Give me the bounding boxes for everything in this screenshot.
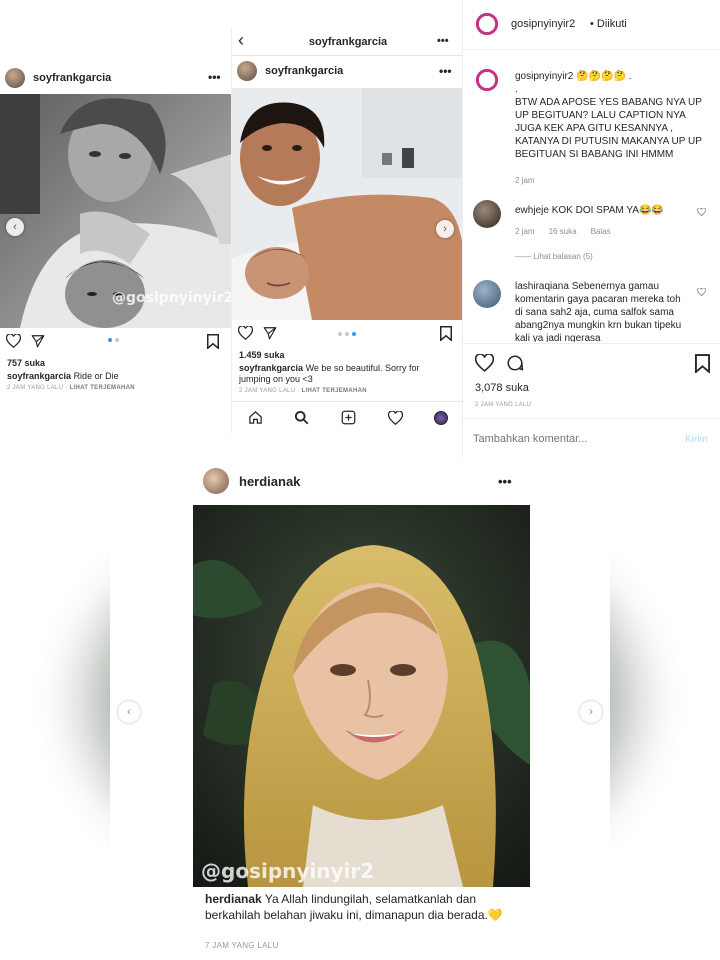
comment-icon[interactable] xyxy=(506,354,524,372)
caption-time: 2 jam xyxy=(515,176,535,185)
chevron-right-icon[interactable]: › xyxy=(436,220,454,238)
heart-icon[interactable] xyxy=(475,354,494,372)
avatar[interactable] xyxy=(473,10,501,38)
post-time: 2 JAM YANG LALU xyxy=(7,385,64,391)
caption: herdianak Ya Allah lindungilah, selamatk… xyxy=(205,891,515,923)
caption-emoji: 🤔🤔🤔🤔 . xyxy=(576,71,632,82)
avatar[interactable] xyxy=(5,68,25,88)
heart-icon[interactable] xyxy=(238,326,253,340)
follow-status[interactable]: • Diikuti xyxy=(590,18,627,30)
username[interactable]: soyfrankgarcia xyxy=(33,72,111,84)
carousel-dots xyxy=(338,332,356,336)
heart-icon[interactable] xyxy=(6,334,21,348)
username[interactable]: gosipnyinyir2 xyxy=(511,18,575,30)
heart-icon[interactable] xyxy=(697,208,706,216)
more-icon[interactable]: ••• xyxy=(208,70,221,84)
post-header: herdianak xyxy=(203,468,300,494)
post-meta: 2 JAM YANG LALU · LIHAT TERJEMAHAN xyxy=(239,388,367,394)
post-photo: @gosipnyinyir2 xyxy=(193,505,530,887)
post-panel-3: gosipnyinyir2 • Diikuti gosipnyinyir2 🤔🤔… xyxy=(462,0,720,458)
watermark: @gosipnyinyir2 xyxy=(201,859,375,883)
caption-text: BTW ADA APOSE YES BABANG NYA UP UP BEGIT… xyxy=(515,97,702,160)
like-count[interactable]: 1.459 suka xyxy=(239,350,285,360)
carousel-dots xyxy=(108,338,119,342)
comment-username[interactable]: ewhjeje xyxy=(515,205,549,216)
portrait-photo xyxy=(193,505,530,887)
caption-text: Ride or Die xyxy=(73,371,119,381)
post-photo xyxy=(232,88,463,320)
send-icon[interactable] xyxy=(263,326,277,340)
more-icon[interactable]: ••• xyxy=(498,474,512,489)
username[interactable]: herdianak xyxy=(239,474,300,489)
post-panel-2: ‹ soyfrankgarcia ••• soyfrankgarcia ••• … xyxy=(231,28,463,433)
like-count[interactable]: 3,078 suka xyxy=(475,382,529,394)
post-header: soyfrankgarcia xyxy=(237,61,343,81)
more-icon[interactable]: ••• xyxy=(437,35,449,47)
avatar[interactable] xyxy=(473,200,501,228)
post-header: gosipnyinyir2 • Diikuti xyxy=(463,0,720,50)
caption-username[interactable]: gosipnyinyir2 xyxy=(515,71,573,82)
send-button[interactable]: Kirim xyxy=(685,434,708,445)
translate-link[interactable]: LIHAT TERJEMAHAN xyxy=(302,388,367,394)
avatar[interactable] xyxy=(473,280,501,308)
nav-title: soyfrankgarcia xyxy=(308,36,388,48)
caption: soyfrankgarcia Ride or Die xyxy=(7,371,227,382)
top-nav: ‹ soyfrankgarcia ••• xyxy=(232,28,463,56)
caption-dot: . xyxy=(515,84,518,95)
comment-meta: 2 jam 16 suka Balas xyxy=(515,227,611,236)
comment-likes[interactable]: 16 suka xyxy=(549,227,577,236)
comment-input[interactable] xyxy=(473,429,673,449)
send-icon[interactable] xyxy=(31,334,45,348)
avatar[interactable] xyxy=(237,61,257,81)
view-replies-button[interactable]: —— Lihat balasan (5) xyxy=(515,252,593,261)
search-icon[interactable] xyxy=(294,410,309,425)
selfie-photo xyxy=(232,88,463,320)
heart-icon[interactable] xyxy=(697,288,706,296)
caption-username[interactable]: soyfrankgarcia xyxy=(239,363,303,373)
watermark: @gosipnyinyir2 xyxy=(112,290,232,306)
comment-2: lashiraqiana Sebenernya gamau komentarin… xyxy=(473,280,718,342)
home-icon[interactable] xyxy=(248,410,263,425)
comment-text: KOK DOI SPAM YA😂😂 xyxy=(551,205,664,216)
caption-username[interactable]: herdianak xyxy=(205,892,262,906)
bookmark-icon[interactable] xyxy=(695,354,710,373)
post-panel-1: soyfrankgarcia ••• @gosipnyinyir2 ‹ 757 … xyxy=(0,60,232,400)
post-time: 7 JAM YANG LALU xyxy=(205,941,279,950)
bottom-nav xyxy=(232,401,463,433)
caption: soyfrankgarcia We be so beautiful. Sorry… xyxy=(239,363,439,385)
avatar[interactable] xyxy=(473,66,501,94)
post-meta: 2 JAM YANG LALU · LIHAT TERJEMAHAN xyxy=(7,385,135,391)
translate-link[interactable]: LIHAT TERJEMAHAN xyxy=(70,385,135,391)
action-bar xyxy=(475,354,524,372)
chevron-right-icon[interactable]: › xyxy=(580,701,602,723)
action-bar xyxy=(238,326,277,340)
post-time: 2 JAM YANG LALU xyxy=(475,402,532,408)
more-icon[interactable]: ••• xyxy=(439,64,452,78)
comment-time: 2 jam xyxy=(515,227,535,236)
like-count[interactable]: 757 suka xyxy=(7,358,45,368)
profile-icon[interactable] xyxy=(434,410,449,425)
comment-username[interactable]: lashiraqiana xyxy=(515,281,569,292)
username[interactable]: soyfrankgarcia xyxy=(265,65,343,77)
avatar[interactable] xyxy=(203,468,229,494)
post-photo: @gosipnyinyir2 xyxy=(0,94,232,328)
activity-icon[interactable] xyxy=(387,410,403,425)
post-time: 2 JAM YANG LALU xyxy=(239,388,296,394)
action-bar xyxy=(6,334,45,348)
comment-box: Kirim xyxy=(463,418,720,458)
post-panel-4: herdianak ••• @gosipnyinyir2 ‹ › herdian… xyxy=(110,461,610,960)
chevron-left-icon[interactable]: ‹ xyxy=(118,701,140,723)
add-icon[interactable] xyxy=(341,410,356,425)
action-section: 3,078 suka 2 JAM YANG LALU xyxy=(463,343,720,418)
bookmark-icon[interactable] xyxy=(440,326,452,341)
caption-username[interactable]: soyfrankgarcia xyxy=(7,371,71,381)
bookmark-icon[interactable] xyxy=(207,334,219,349)
chevron-left-icon[interactable]: ‹ xyxy=(6,218,24,236)
reply-button[interactable]: Balas xyxy=(591,227,611,236)
post-header: soyfrankgarcia xyxy=(5,68,111,88)
